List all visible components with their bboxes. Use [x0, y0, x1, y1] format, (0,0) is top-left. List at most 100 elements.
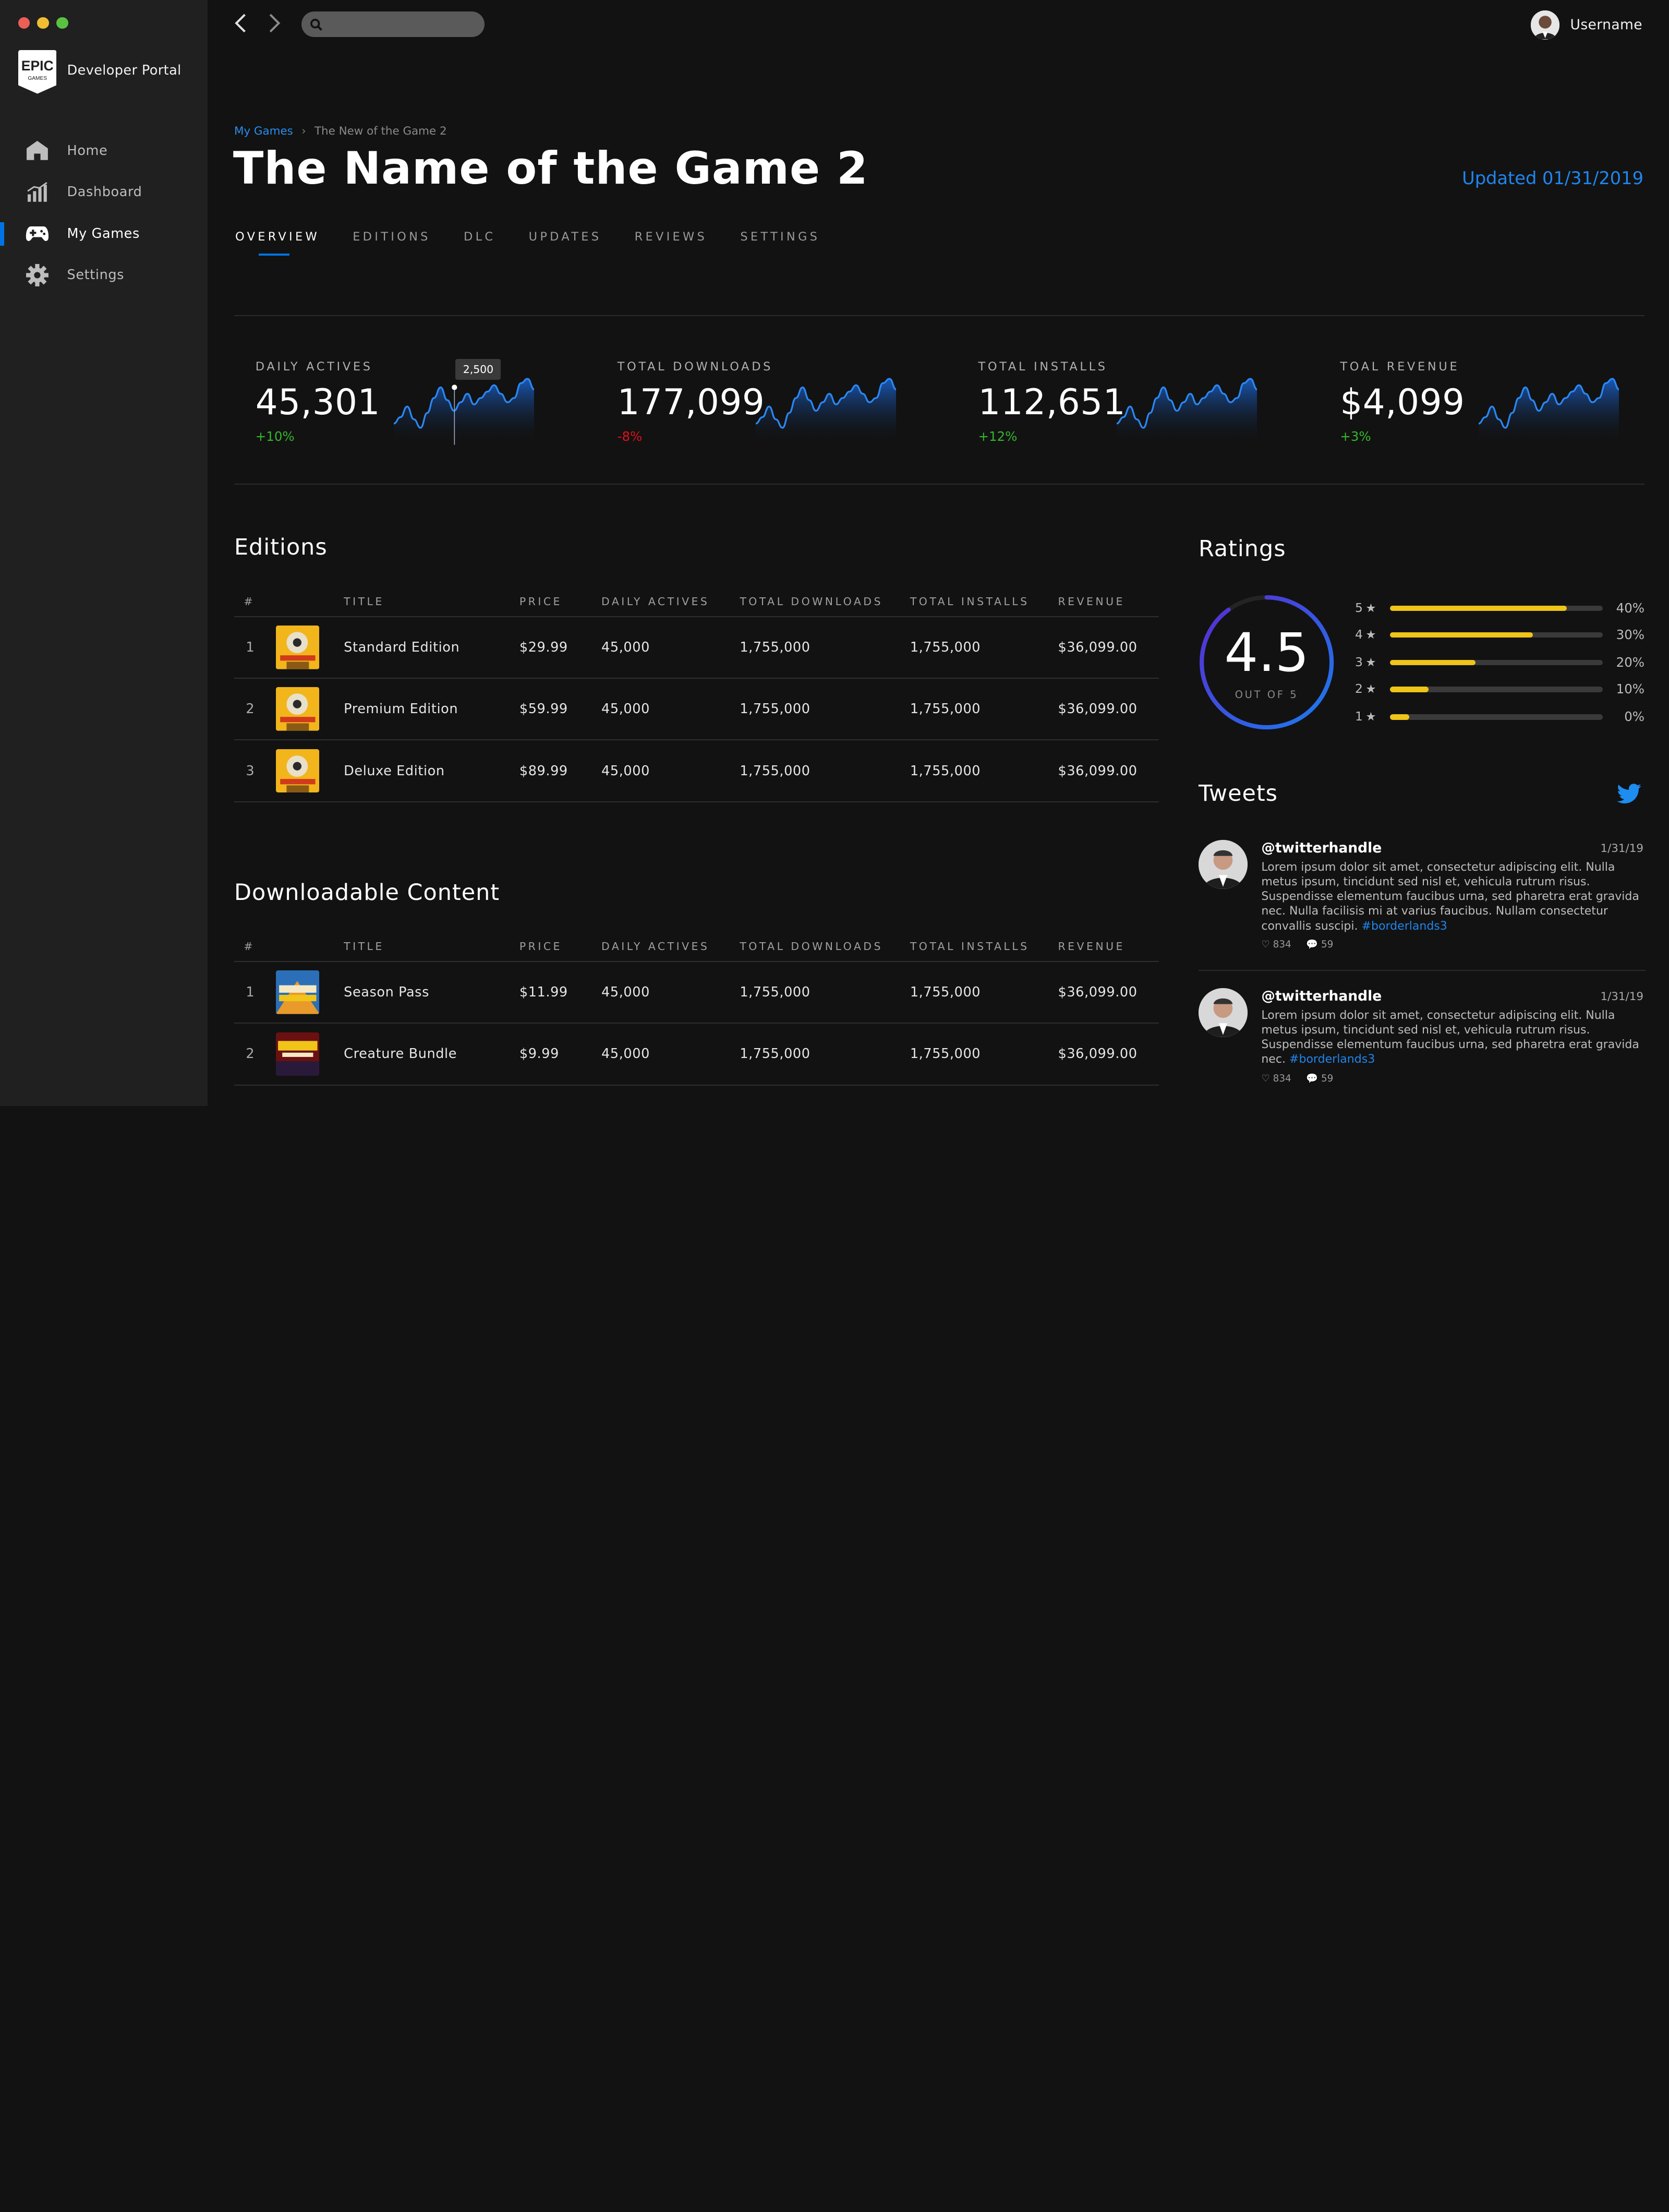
rating-row-4: 4 ★ 30%: [1355, 627, 1644, 642]
stat-label: TOAL REVENUE: [1340, 359, 1460, 374]
app-window: EPIC GAMES Developer Portal Home Dashboa…: [0, 0, 1669, 1107]
tab-overview[interactable]: OVERVIEW: [235, 230, 320, 255]
column-header-number: #: [234, 931, 276, 962]
sidebar-item-settings[interactable]: Settings: [0, 255, 208, 296]
sidebar-item-dashboard[interactable]: Dashboard: [0, 172, 208, 213]
stat-daily-actives: DAILY ACTIVES 45,301 +10%: [256, 360, 575, 456]
zoom-window-button[interactable]: [56, 17, 68, 29]
stat-total-downloads: TOTAL DOWNLOADS 177,099 -8%: [618, 360, 937, 456]
sidebar-item-home[interactable]: Home: [0, 130, 208, 172]
rating-bar-fill: [1390, 632, 1533, 638]
column-header-price[interactable]: PRICE: [519, 586, 602, 617]
tab-dlc[interactable]: DLC: [464, 230, 495, 244]
table-row[interactable]: 3 Deluxe Edition $89.99 45,000 1,755,000…: [234, 740, 1159, 802]
tab-reviews[interactable]: REVIEWS: [635, 230, 707, 244]
tweet-likes[interactable]: ♡ 834: [1261, 939, 1291, 950]
sparkline-tooltip: 2,500: [455, 358, 501, 380]
ratings-title: Ratings: [1198, 535, 1286, 562]
back-arrow-icon[interactable]: [233, 13, 248, 34]
row-number: 1: [234, 616, 276, 679]
stat-change: +3%: [1340, 429, 1371, 444]
rating-bar-fill: [1390, 660, 1476, 666]
table-row[interactable]: 2 Premium Edition $59.99 45,000 1,755,00…: [234, 678, 1159, 741]
column-header-total-downloads[interactable]: TOTAL DOWNLOADS: [740, 586, 910, 617]
tweet-card[interactable]: @twitterhandle 1/31/19 Lorem ipsum dolor…: [1198, 988, 1646, 1095]
column-header-total-installs[interactable]: TOTAL INSTALLS: [910, 931, 1058, 962]
heart-icon: ♡: [1261, 1073, 1270, 1085]
column-header-title[interactable]: TITLE: [344, 586, 519, 617]
tweet-comments[interactable]: 💬 59: [1306, 1073, 1333, 1084]
avatar: [1531, 10, 1560, 40]
tab-settings[interactable]: SETTINGS: [740, 230, 820, 244]
sparkline-daily-actives[interactable]: [394, 375, 535, 446]
rating-stars-count: 1: [1354, 709, 1363, 724]
stat-label: TOTAL DOWNLOADS: [617, 359, 773, 374]
star-icon: ★: [1365, 628, 1376, 642]
dlc-daily-actives: 45,000: [601, 961, 740, 1024]
tweet-handle[interactable]: @twitterhandle: [1261, 988, 1382, 1004]
column-header-title[interactable]: TITLE: [344, 931, 519, 962]
sidebar-item-my-games[interactable]: My Games: [0, 213, 208, 255]
column-header-revenue[interactable]: REVENUE: [1058, 586, 1159, 617]
stat-total-revenue: TOAL REVENUE $4,099 +3%: [1340, 360, 1659, 456]
epic-games-logo[interactable]: EPIC GAMES: [18, 50, 57, 94]
tweet-hashtag[interactable]: #borderlands3: [1362, 920, 1447, 933]
rating-stars-count: 4: [1354, 627, 1363, 642]
edition-title: Standard Edition: [344, 616, 519, 679]
tweets-title: Tweets: [1198, 780, 1278, 807]
divider: [234, 315, 1645, 317]
sparkline-total-installs[interactable]: [1116, 375, 1257, 446]
tweet-text: Lorem ipsum dolor sit amet, consectetur …: [1261, 1008, 1639, 1066]
tweet-handle[interactable]: @twitterhandle: [1261, 840, 1382, 856]
twitter-icon[interactable]: [1617, 784, 1641, 804]
rating-bar-fill: [1390, 687, 1429, 692]
page-title: The Name of the Game 2: [233, 142, 868, 195]
sidebar: EPIC GAMES Developer Portal Home Dashboa…: [0, 0, 208, 1107]
column-header-total-downloads[interactable]: TOTAL DOWNLOADS: [740, 931, 910, 962]
column-header-daily-actives[interactable]: DAILY ACTIVES: [601, 931, 740, 962]
sparkline-total-downloads[interactable]: [755, 375, 897, 446]
table-row[interactable]: 1 Standard Edition $29.99 45,000 1,755,0…: [234, 616, 1159, 679]
column-header-revenue[interactable]: REVENUE: [1058, 931, 1159, 962]
table-row[interactable]: 2 Creature Bundle $9.99 45,000 1,755,000…: [234, 1023, 1159, 1086]
tab-updates[interactable]: UPDATES: [529, 230, 602, 244]
table-row[interactable]: 1 Season Pass $11.99 45,000 1,755,000 1,…: [234, 961, 1159, 1024]
tweet-hashtag[interactable]: #borderlands3: [1289, 1053, 1375, 1066]
forward-arrow-icon[interactable]: [267, 13, 282, 34]
search-input[interactable]: [301, 11, 485, 38]
divider: [1198, 970, 1646, 971]
tweet-card[interactable]: @twitterhandle 1/31/19 Lorem ipsum dolor…: [1198, 840, 1646, 957]
column-header-daily-actives[interactable]: DAILY ACTIVES: [601, 586, 740, 617]
tweet-likes[interactable]: ♡ 834: [1261, 1073, 1291, 1084]
edition-revenue: $36,099.00: [1058, 616, 1159, 679]
minimize-window-button[interactable]: [37, 17, 49, 29]
dlc-price: $9.99: [519, 1023, 602, 1086]
rating-bar-fill: [1390, 714, 1409, 720]
tab-editions[interactable]: EDITIONS: [353, 230, 431, 244]
close-window-button[interactable]: [18, 17, 30, 29]
dlc-price: $11.99: [519, 961, 602, 1024]
rating-percent: 30%: [1616, 627, 1645, 643]
rating-percent: 40%: [1616, 600, 1645, 616]
star-icon: ★: [1365, 656, 1376, 670]
sparkline-hover-point: [452, 384, 457, 390]
sparkline-area: [1116, 379, 1257, 446]
rating-bar: [1390, 660, 1603, 666]
column-header-price[interactable]: PRICE: [519, 931, 602, 962]
stat-label: DAILY ACTIVES: [255, 359, 373, 374]
column-header-total-installs[interactable]: TOTAL INSTALLS: [910, 586, 1058, 617]
tweet-comments[interactable]: 💬 59: [1306, 939, 1333, 950]
stat-change: -8%: [617, 429, 643, 444]
edition-daily-actives: 45,000: [601, 616, 740, 679]
home-icon: [26, 139, 49, 162]
user-menu[interactable]: Username: [1531, 10, 1642, 40]
sidebar-item-label: Dashboard: [67, 184, 142, 200]
svg-text:GAMES: GAMES: [28, 76, 47, 81]
edition-revenue: $36,099.00: [1058, 740, 1159, 802]
sparkline-total-revenue[interactable]: [1478, 375, 1619, 446]
breadcrumb: My Games › The New of the Game 2: [234, 125, 447, 138]
breadcrumb-link-my-games[interactable]: My Games: [234, 125, 293, 138]
rating-stars-count: 5: [1354, 600, 1363, 615]
stat-label: TOTAL INSTALLS: [978, 359, 1108, 374]
rating-bar-fill: [1390, 606, 1567, 611]
